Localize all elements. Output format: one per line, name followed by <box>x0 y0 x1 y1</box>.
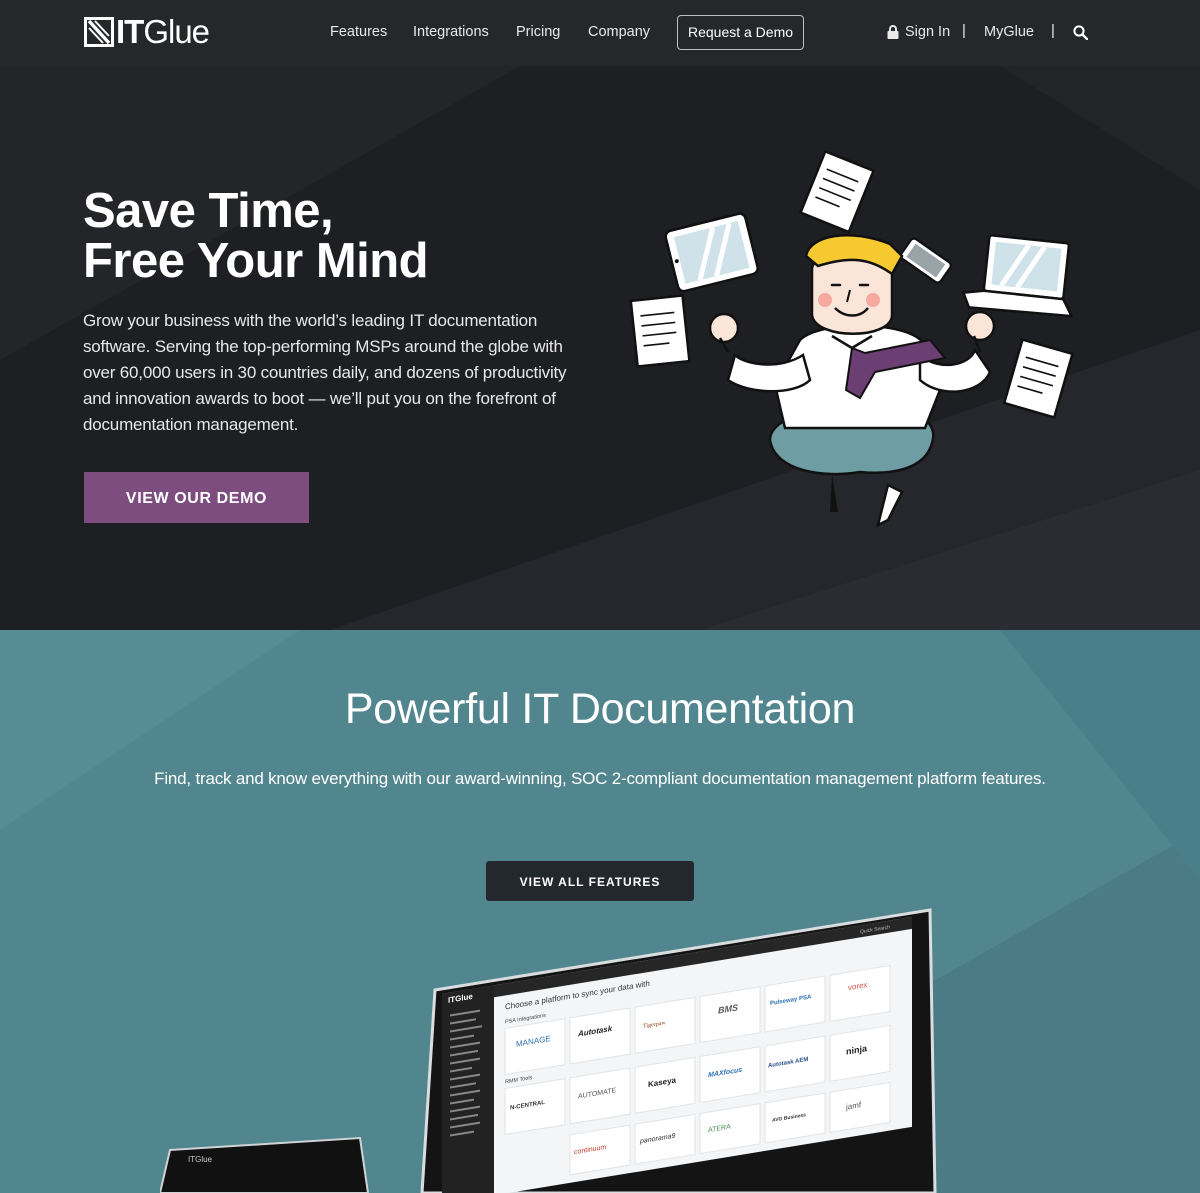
logo-wordmark: ITGlue <box>116 13 210 50</box>
nav-link-integrations[interactable]: Integrations <box>413 22 489 42</box>
sign-in-label: Sign In <box>905 24 951 40</box>
top-nav: ITGlue Features Integrations Pricing Com… <box>0 0 1200 66</box>
itglue-logo[interactable]: ITGlue <box>84 13 210 50</box>
tablet-icon <box>664 212 759 293</box>
lock-icon <box>887 25 899 39</box>
nav-link-pricing[interactable]: Pricing <box>516 22 560 42</box>
secondary-device <box>160 1136 370 1193</box>
laptop-icon <box>961 234 1074 318</box>
nav-separator: | <box>1051 22 1055 39</box>
sign-in-link[interactable]: Sign In <box>887 22 950 42</box>
paper-icon <box>629 294 691 368</box>
paper-icon <box>798 149 876 234</box>
features-subtitle: Find, track and know everything with our… <box>154 769 1046 788</box>
hero-title-line-1: Save Time, <box>83 184 334 238</box>
hero-section: ITGlue Features Integrations Pricing Com… <box>0 0 1200 630</box>
paper-icon <box>1002 338 1074 419</box>
nav-link-features[interactable]: Features <box>330 22 387 42</box>
secondary-device-logo: ITGlue <box>188 1155 213 1164</box>
search-icon[interactable] <box>1073 25 1088 40</box>
nav-link-company[interactable]: Company <box>588 22 650 42</box>
nav-separator: | <box>962 22 966 39</box>
request-demo-button[interactable]: Request a Demo <box>677 15 804 50</box>
view-all-features-button[interactable]: VIEW ALL FEATURES <box>486 861 694 901</box>
page: ITGlue Features Integrations Pricing Com… <box>0 0 1200 1193</box>
meditating-man-illustration <box>629 149 1074 528</box>
features-title: Powerful IT Documentation <box>344 685 856 733</box>
hero-title: Save Time, Free Your Mind <box>83 184 429 288</box>
hero-description: Grow your business with the world’s lead… <box>83 311 567 434</box>
itglue-logo-mark <box>84 17 114 47</box>
hero-title-line-2: Free Your Mind <box>83 234 429 288</box>
laptop-mockup: ITGlue ITGlue Choose a platform to sync … <box>160 908 937 1193</box>
view-demo-button[interactable]: VIEW OUR DEMO <box>84 472 309 523</box>
nav-link-myglue[interactable]: MyGlue <box>984 22 1034 42</box>
features-section: Powerful IT Documentation Find, track an… <box>0 630 1200 1193</box>
phone-icon <box>899 237 952 284</box>
